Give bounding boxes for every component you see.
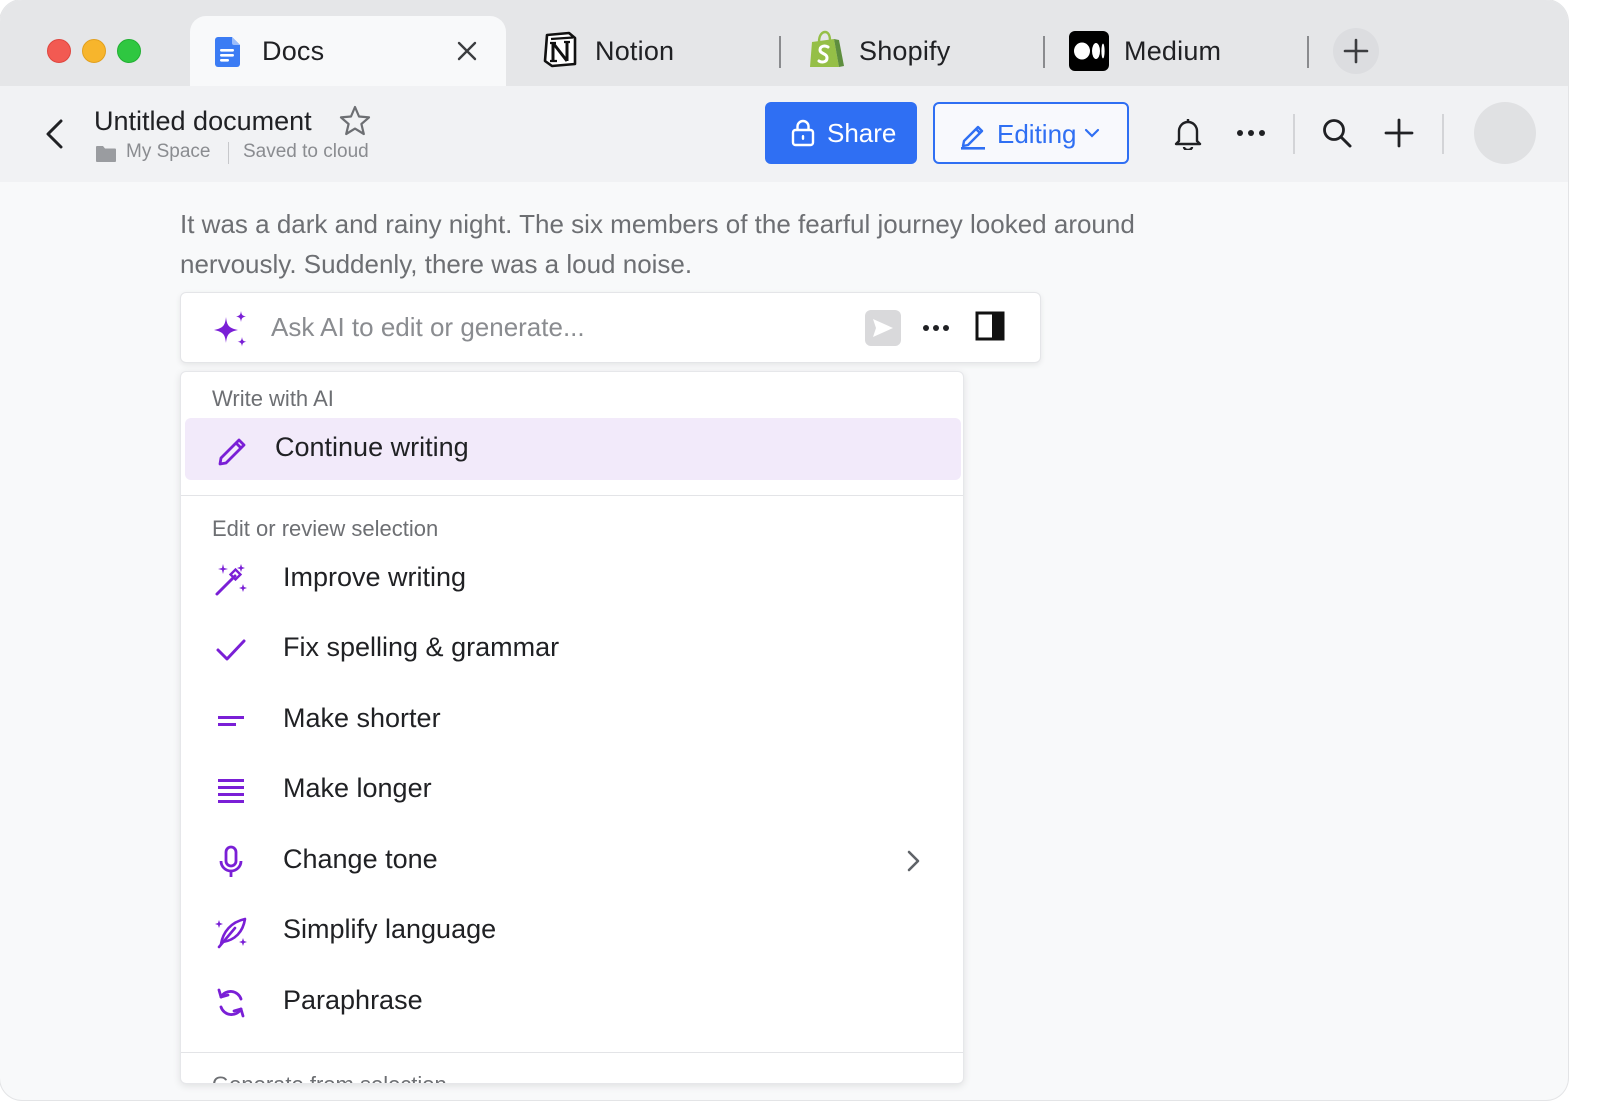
menu-item-label: Fix spelling & grammar xyxy=(283,632,560,662)
back-icon[interactable] xyxy=(40,116,70,152)
menu-item-fix-spelling[interactable]: Fix spelling & grammar xyxy=(185,618,961,680)
menu-item-label: Change tone xyxy=(283,844,438,874)
chevron-down-icon xyxy=(1084,128,1100,138)
notion-icon xyxy=(543,31,577,68)
tab-medium[interactable]: Medium xyxy=(1055,16,1305,86)
docs-icon xyxy=(215,37,240,67)
bell-icon[interactable] xyxy=(1171,116,1205,150)
plus-icon[interactable] xyxy=(1382,116,1416,150)
ai-prompt-input[interactable]: Ask AI to edit or generate... xyxy=(271,312,585,343)
document-toolbar: Untitled document My Space Saved to clou… xyxy=(0,86,1568,182)
tab-docs[interactable]: Docs xyxy=(190,16,506,86)
document-title[interactable]: Untitled document xyxy=(94,106,312,137)
long-lines-icon xyxy=(218,779,244,803)
close-window-button[interactable] xyxy=(47,39,71,63)
section-generate-from-selection: Generate from selection xyxy=(212,1072,447,1083)
section-write-with-ai: Write with AI xyxy=(212,386,334,411)
plus-icon xyxy=(1343,38,1369,64)
document-paragraph[interactable]: It was a dark and rainy night. The six m… xyxy=(180,204,1220,284)
breadcrumb-separator xyxy=(228,142,229,164)
maximize-window-button[interactable] xyxy=(117,39,141,63)
tab-shopify[interactable]: Shopify xyxy=(790,16,1040,86)
menu-item-simplify-language[interactable]: Simplify language xyxy=(185,900,961,962)
menu-item-label: Continue writing xyxy=(275,432,469,462)
minimize-window-button[interactable] xyxy=(82,39,106,63)
chevron-right-icon xyxy=(907,850,920,872)
editing-mode-button[interactable]: Editing xyxy=(933,102,1129,164)
section-edit-or-review: Edit or review selection xyxy=(212,516,439,541)
pencil-icon xyxy=(218,438,246,466)
check-icon xyxy=(216,639,246,661)
short-lines-icon xyxy=(218,716,244,726)
medium-icon xyxy=(1069,31,1109,71)
menu-item-make-shorter[interactable]: Make shorter xyxy=(185,689,961,751)
menu-item-continue-writing[interactable]: Continue writing xyxy=(185,418,961,480)
ai-actions-menu: Write with AI Continue writing Edit or r… xyxy=(180,371,964,1084)
tab-shopify-label: Shopify xyxy=(859,36,951,66)
menu-item-paraphrase[interactable]: Paraphrase xyxy=(185,971,961,1033)
editing-mode-label: Editing xyxy=(997,119,1077,149)
pencil-icon xyxy=(961,125,985,150)
menu-item-label: Simplify language xyxy=(283,914,497,944)
lock-icon xyxy=(791,119,815,147)
more-icon[interactable] xyxy=(1234,116,1268,150)
breadcrumb[interactable]: My Space xyxy=(126,141,210,163)
tab-separator xyxy=(779,36,781,68)
menu-item-improve-writing[interactable]: Improve writing xyxy=(185,548,961,610)
menu-item-change-tone[interactable]: Change tone xyxy=(185,830,961,892)
new-tab-button[interactable] xyxy=(1333,28,1379,74)
refresh-icon xyxy=(217,988,245,1018)
menu-divider xyxy=(181,495,963,496)
tab-docs-label: Docs xyxy=(262,36,325,66)
tab-bar: Docs Notion Shopify Medium xyxy=(0,0,1568,86)
send-button[interactable] xyxy=(865,310,901,346)
tab-medium-label: Medium xyxy=(1124,36,1222,66)
side-panel-icon[interactable] xyxy=(975,311,1005,341)
search-icon[interactable] xyxy=(1320,116,1354,150)
share-button-label: Share xyxy=(827,118,897,148)
share-button[interactable]: Share xyxy=(765,102,917,164)
menu-item-label: Paraphrase xyxy=(283,985,423,1015)
shopify-icon xyxy=(810,30,844,67)
toolbar-divider xyxy=(1442,114,1444,154)
close-tab-icon[interactable] xyxy=(452,36,482,66)
menu-item-make-longer[interactable]: Make longer xyxy=(185,759,961,821)
microphone-icon xyxy=(219,845,243,877)
tab-separator xyxy=(1307,36,1309,68)
menu-item-label: Make shorter xyxy=(283,703,441,733)
tab-separator xyxy=(1043,36,1045,68)
send-icon xyxy=(873,319,893,337)
save-status: Saved to cloud xyxy=(243,141,369,162)
folder-icon xyxy=(96,146,116,162)
ai-sparkle-icon xyxy=(214,311,247,347)
toolbar-divider xyxy=(1293,114,1295,154)
more-options-icon[interactable] xyxy=(919,311,953,345)
avatar[interactable] xyxy=(1474,102,1536,164)
menu-item-label: Improve writing xyxy=(283,562,467,592)
tab-notion[interactable]: Notion xyxy=(524,16,774,86)
menu-item-label: Make longer xyxy=(283,773,432,803)
feather-icon xyxy=(215,917,247,949)
menu-divider xyxy=(181,1052,963,1053)
star-icon[interactable] xyxy=(338,104,372,138)
ai-prompt-bar: Ask AI to edit or generate... xyxy=(180,292,1041,363)
tab-notion-label: Notion xyxy=(595,36,675,66)
browser-window: Docs Notion Shopify Medium Untitled docu… xyxy=(0,0,1568,1100)
magic-wand-icon xyxy=(215,564,247,596)
